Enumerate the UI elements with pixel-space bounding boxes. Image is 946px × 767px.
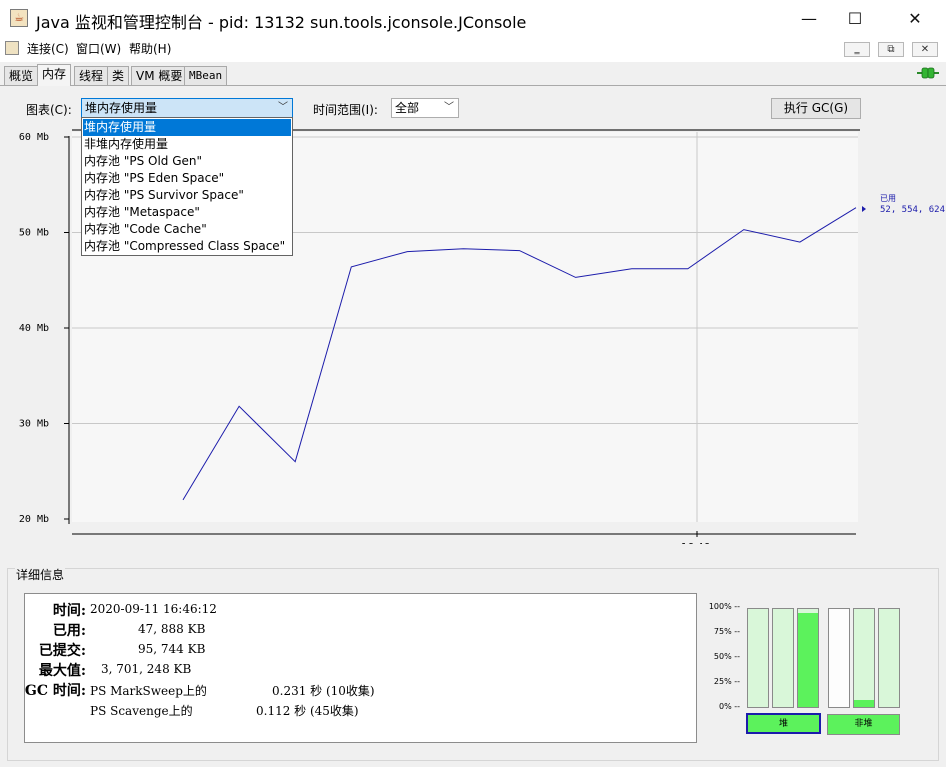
gc-row-value: 0.112 秒 (45收集)	[256, 704, 359, 718]
nonheap-pool-bar[interactable]	[853, 608, 875, 708]
nonheap-legend-button[interactable]: 非堆	[827, 714, 900, 735]
percent-label: 100% --	[708, 602, 740, 611]
tab-classes[interactable]: 类	[107, 66, 130, 85]
connection-status-icon[interactable]	[917, 67, 939, 79]
percent-label: 25% --	[713, 677, 740, 686]
mdi-minimize-button[interactable]: ‗	[844, 42, 870, 57]
java-app-icon: ☕	[10, 9, 28, 27]
max-label: 最大值:	[38, 663, 86, 679]
minimize-button[interactable]: —	[786, 0, 832, 38]
gc-time-label: GC 时间:	[24, 683, 86, 699]
gc-row-name: PS MarkSweep上的	[90, 684, 207, 698]
range-select-value: 全部	[395, 101, 420, 115]
tab-vm-summary[interactable]: VM 概要	[131, 66, 188, 85]
dropdown-option-metaspace[interactable]: 内存池 "Metaspace"	[83, 204, 291, 221]
chart-select-value: 堆内存使用量	[85, 101, 158, 115]
menu-window[interactable]: 窗口(W)	[76, 40, 121, 57]
close-button[interactable]: ✕	[892, 0, 938, 38]
heap-legend-button[interactable]: 堆	[746, 713, 821, 734]
range-select[interactable]: 全部 ﹀	[391, 98, 459, 118]
heap-pool-bar[interactable]	[772, 608, 794, 708]
time-value: 2020-09-11 16:46:12	[90, 602, 217, 616]
time-label: 时间:	[52, 603, 86, 619]
x-tick-label: 16:46	[681, 542, 710, 544]
gc-row-value: 0.231 秒 (10收集)	[272, 684, 375, 698]
used-value: 47, 888 KB	[138, 622, 206, 636]
bar-fill	[854, 700, 874, 707]
y-tick-label: 50 Mb	[19, 228, 49, 239]
menu-help[interactable]: 帮助(H)	[129, 40, 171, 57]
tab-memory[interactable]: 内存	[37, 64, 72, 86]
percent-label: 50% --	[713, 652, 740, 661]
details-title: 详细信息	[15, 566, 66, 583]
java-menu-icon[interactable]	[5, 41, 19, 55]
range-label: 时间范围(I):	[313, 103, 378, 117]
dropdown-option-compressed-class[interactable]: 内存池 "Compressed Class Space"	[83, 238, 291, 255]
menu-connect[interactable]: 连接(C)	[27, 40, 69, 57]
dropdown-option-nonheap[interactable]: 非堆内存使用量	[83, 136, 291, 153]
tab-threads[interactable]: 线程	[74, 66, 109, 85]
mdi-close-button[interactable]: ✕	[912, 42, 938, 57]
window-title: Java 监视和管理控制台 - pid: 13132 sun.tools.jco…	[36, 13, 527, 32]
percent-label: 0% --	[718, 702, 740, 711]
max-value: 3, 701, 248 KB	[101, 662, 192, 676]
y-tick-label: 30 Mb	[19, 419, 49, 430]
bar-fill	[798, 612, 818, 707]
committed-label: 已提交:	[38, 643, 86, 659]
dropdown-option-old-gen[interactable]: 内存池 "PS Old Gen"	[83, 153, 291, 170]
dropdown-option-heap[interactable]: 堆内存使用量	[83, 119, 291, 136]
y-tick-label: 40 Mb	[19, 323, 49, 334]
y-tick-label: 20 Mb	[19, 514, 49, 525]
chart-label: 图表(C):	[26, 103, 72, 117]
y-tick-label: 60 Mb	[19, 132, 49, 143]
dropdown-option-survivor[interactable]: 内存池 "PS Survivor Space"	[83, 187, 291, 204]
committed-value: 95, 744 KB	[138, 642, 206, 656]
current-label: 已用	[880, 194, 896, 203]
chart-dropdown-list[interactable]: 堆内存使用量 非堆内存使用量 内存池 "PS Old Gen" 内存池 "PS …	[81, 117, 293, 256]
nonheap-pool-bar[interactable]	[878, 608, 900, 708]
used-label: 已用:	[52, 623, 86, 639]
tab-overview[interactable]: 概览	[4, 66, 39, 85]
current-value-marker	[862, 206, 866, 212]
dropdown-option-code-cache[interactable]: 内存池 "Code Cache"	[83, 221, 291, 238]
chevron-down-icon: ﹀	[278, 102, 288, 113]
maximize-button[interactable]: ☐	[832, 0, 878, 38]
heap-pool-bar[interactable]	[797, 608, 819, 708]
chart-select[interactable]: 堆内存使用量 ﹀	[81, 98, 293, 118]
current-value: 52, 554, 624	[880, 205, 945, 215]
dropdown-option-eden[interactable]: 内存池 "PS Eden Space"	[83, 170, 291, 187]
tab-mbean[interactable]: MBean	[184, 66, 228, 85]
heap-pool-bar[interactable]	[747, 608, 769, 708]
perform-gc-button[interactable]: 执行 GC(G)	[771, 98, 861, 119]
gc-row-name: PS Scavenge上的	[90, 704, 193, 718]
nonheap-pool-bar[interactable]	[828, 608, 850, 708]
chevron-down-icon: ﹀	[444, 102, 454, 113]
percent-label: 75% --	[713, 627, 740, 636]
mdi-restore-button[interactable]: ⧉	[878, 42, 904, 57]
